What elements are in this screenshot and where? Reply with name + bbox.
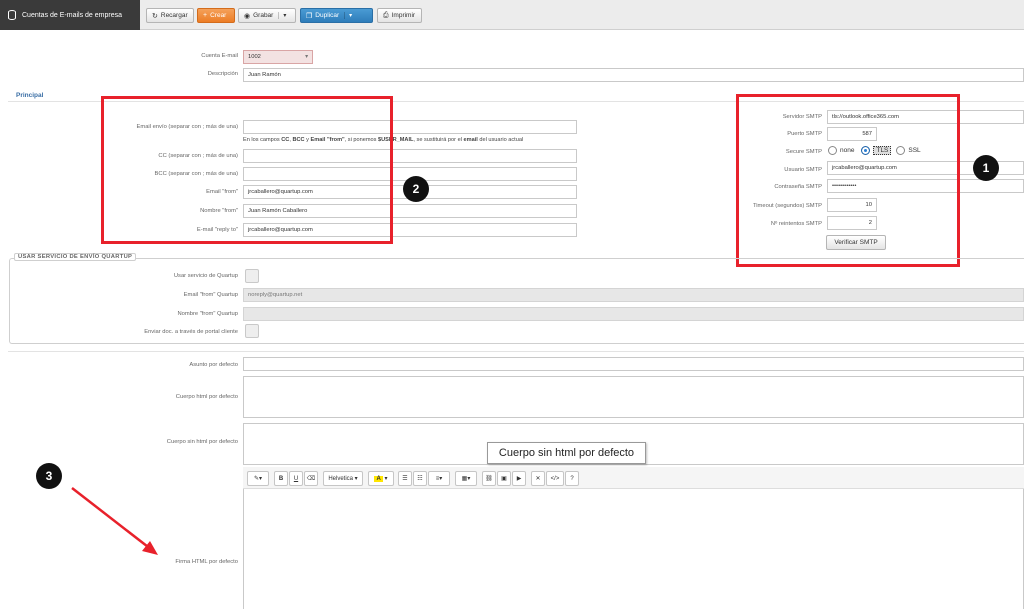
account-select[interactable]: 1002 ▾ <box>243 50 313 64</box>
database-icon <box>8 10 16 20</box>
red-arrow-icon <box>71 487 158 555</box>
help-icon[interactable]: ? <box>565 471 579 486</box>
account-label: Cuenta E-mail <box>201 53 238 59</box>
subject-label: Asunto por defecto <box>189 362 238 368</box>
badge-three: 3 <box>36 463 62 489</box>
font-name-value: Helvetica <box>328 475 353 482</box>
portal-checkbox[interactable] <box>245 324 259 338</box>
reload-button[interactable]: ↻ Recargar <box>146 8 194 23</box>
unordered-list-icon[interactable]: ☰ <box>398 471 412 486</box>
font-name-dropdown[interactable]: Helvetica ▾ <box>323 471 363 486</box>
save-button[interactable]: ◉ Grabar ▾ <box>238 8 296 23</box>
hint-email: email <box>463 137 478 143</box>
create-button[interactable]: + Crear <box>197 8 235 23</box>
description-input[interactable]: Juan Ramón <box>243 68 1024 82</box>
ordered-list-icon[interactable]: ☷ <box>413 471 427 486</box>
badge-one: 1 <box>973 155 999 181</box>
plus-icon: + <box>203 12 208 19</box>
window-title: Cuentas de E-mails de empresa <box>0 0 140 30</box>
duplicate-label: Duplicar <box>315 12 340 19</box>
duplicate-button[interactable]: ❐ Duplicar ▾ <box>300 8 373 23</box>
quartup-from-name-label: Nombre "from" Quartup <box>177 311 239 317</box>
badge-two: 2 <box>403 176 429 202</box>
description-label: Descripción <box>207 71 238 77</box>
portal-label: Enviar doc. a través de portal cliente <box>144 329 238 335</box>
chevron-down-icon[interactable]: ▾ <box>344 12 352 19</box>
use-quartup-checkbox[interactable] <box>245 269 259 283</box>
table-icon[interactable]: ▦▾ <box>455 471 477 486</box>
section-principal: Principal <box>16 92 44 99</box>
quartup-from-email-input: noreply@quartup.net <box>243 288 1024 302</box>
fullscreen-icon[interactable]: ✕ <box>531 471 545 486</box>
quartup-from-name-input <box>243 307 1024 321</box>
chevron-down-icon: ▾ <box>305 54 308 60</box>
eraser-icon[interactable]: ⌫ <box>304 471 318 486</box>
code-view-icon[interactable]: </> <box>546 471 564 486</box>
video-icon[interactable]: ▶ <box>512 471 526 486</box>
save-icon: ◉ <box>244 12 251 20</box>
window-title-text: Cuentas de E-mails de empresa <box>22 11 122 19</box>
divider <box>8 351 1024 352</box>
quartup-from-email-label: Email "from" Quartup <box>183 292 238 298</box>
bold-icon[interactable]: B <box>274 471 288 486</box>
hint-text: , se sustituirá por el <box>413 137 464 143</box>
chevron-down-icon[interactable]: ▾ <box>278 12 286 19</box>
tooltip: Cuerpo sin html por defecto <box>487 442 646 464</box>
html-body-textarea[interactable] <box>243 376 1024 418</box>
text-color-icon[interactable]: A ▾ <box>368 471 394 486</box>
image-icon[interactable]: ▣ <box>497 471 511 486</box>
quartup-legend: USAR SERVICIO DE ENVÍO QUARTUP <box>14 253 137 261</box>
plain-body-label: Cuerpo sin html por defecto <box>166 439 238 445</box>
print-icon: ⎙ <box>383 11 389 19</box>
hint-text: del usuario actual <box>477 137 524 143</box>
save-label: Grabar <box>253 12 274 19</box>
print-button[interactable]: ⎙ Imprimir <box>377 8 422 23</box>
reload-icon: ↻ <box>152 12 158 20</box>
link-icon[interactable]: ⛓ <box>482 471 496 486</box>
create-label: Crear <box>210 12 227 19</box>
subject-input[interactable] <box>243 357 1024 371</box>
magic-wand-icon[interactable]: ✎▾ <box>247 471 269 486</box>
use-quartup-label: Usar servicio de Quartup <box>173 273 238 279</box>
align-icon[interactable]: ≡▾ <box>428 471 450 486</box>
account-value: 1002 <box>248 54 261 60</box>
copy-icon: ❐ <box>306 12 313 20</box>
underline-icon[interactable]: U <box>289 471 303 486</box>
reload-label: Recargar <box>160 12 188 19</box>
html-body-label: Cuerpo html por defecto <box>175 394 238 400</box>
smtp-highlight-box <box>736 94 960 267</box>
sending-highlight-box <box>101 96 393 244</box>
print-label: Imprimir <box>391 12 416 19</box>
